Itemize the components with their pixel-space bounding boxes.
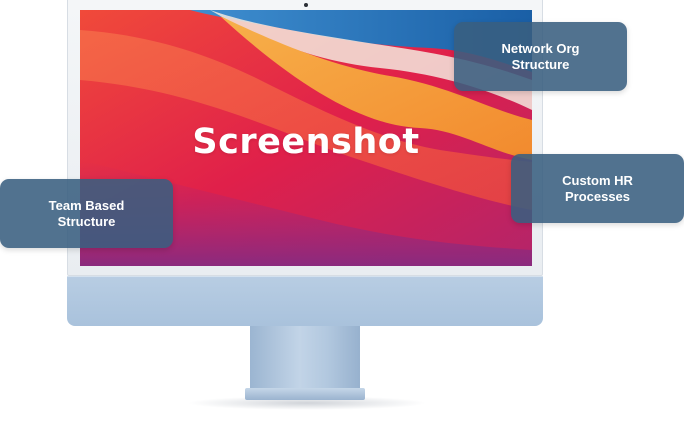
monitor-stand-foot <box>245 388 365 400</box>
callout-network-org-structure: Network Org Structure <box>454 22 627 91</box>
callout-custom-hr-processes: Custom HR Processes <box>511 154 684 223</box>
callout-label: Custom HR Processes <box>562 172 633 204</box>
callout-team-based-structure: Team Based Structure <box>0 179 173 248</box>
camera-icon <box>304 3 308 7</box>
screen-label: Screenshot <box>192 122 420 162</box>
monitor-chin <box>67 276 543 326</box>
monitor-stand-neck <box>250 326 360 390</box>
callout-label: Network Org Structure <box>501 40 580 72</box>
callout-label: Team Based Structure <box>48 197 125 229</box>
